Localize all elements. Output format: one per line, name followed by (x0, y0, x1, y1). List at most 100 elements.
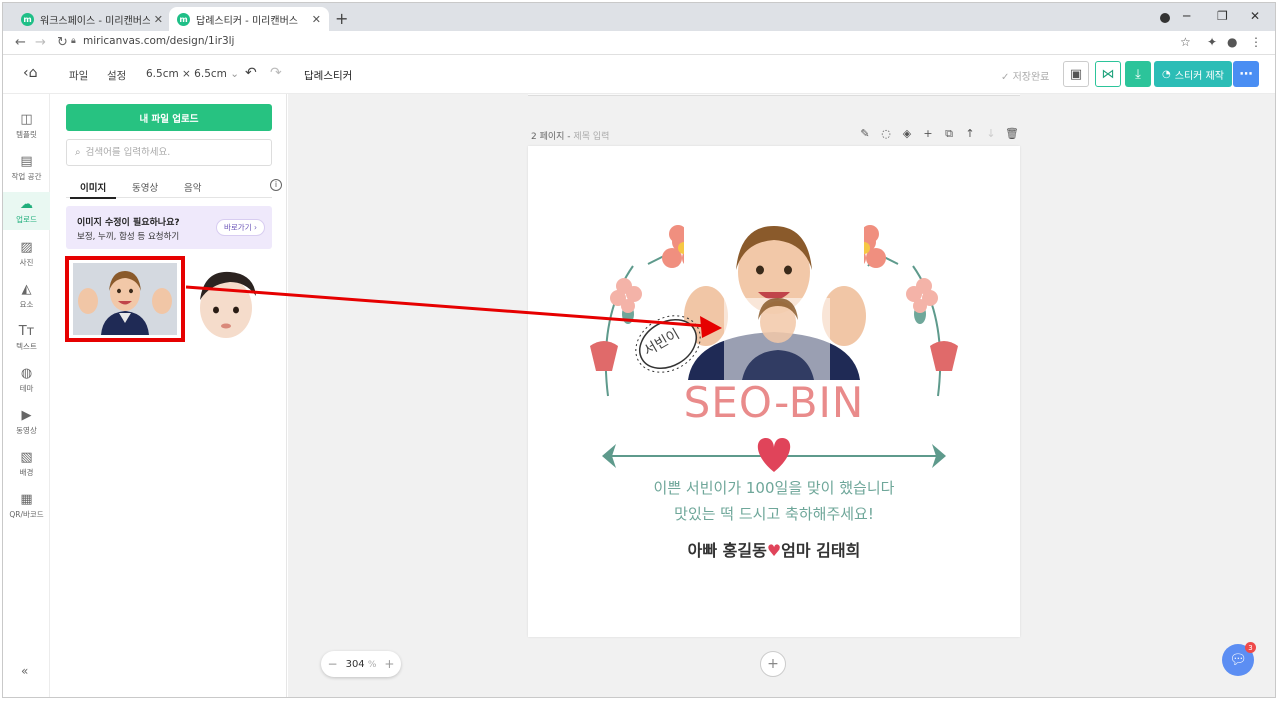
qr-icon: ▦ (20, 492, 33, 507)
rail-label: QR/바코드 (9, 510, 44, 519)
chrome-menu-icon[interactable]: ⋮ (1250, 35, 1262, 49)
tab-title: 워크스페이스 - 미리캔버스 (40, 15, 150, 27)
sticker-message-line3[interactable]: 아빠 홍길동♥엄마 김태희 (528, 537, 1020, 561)
save-status: ✓ 저장완료 (1001, 72, 1050, 83)
previous-page-edge (528, 94, 1020, 96)
left-icon-rail: ◫ 템플릿 ▤ 작업 공간 ☁ 업로드 ▨ 사진 ◭ 요소 Tт 텍스트 ◍ 테… (3, 94, 50, 697)
sticker-name-text[interactable]: SEO-BIN (528, 378, 1020, 427)
miricanvas-favicon-icon: m (21, 12, 34, 26)
sticker-message-line1[interactable]: 이쁜 서빈이가 100일을 맞이 했습니다 (528, 477, 1020, 498)
close-icon[interactable]: ✕ (154, 13, 163, 26)
rail-item-text[interactable]: Tт 텍스트 (3, 324, 50, 352)
file-menu[interactable]: 파일 (69, 68, 88, 83)
rail-item-video[interactable]: ▶ 동영상 (3, 408, 50, 436)
search-input[interactable] (85, 147, 256, 158)
zoom-number: 304 (345, 658, 365, 670)
heart-icon: ♥ (766, 541, 782, 560)
tab-title: 답례스티커 - 미리캔버스 (196, 15, 298, 27)
rail-label: 텍스트 (16, 342, 37, 351)
more-button[interactable]: ⋯ (1233, 61, 1259, 87)
download-button[interactable]: ⤓ (1125, 61, 1151, 87)
share-button[interactable]: ⋈ (1095, 61, 1121, 87)
browser-tab-workspace[interactable]: m 워크스페이스 - 미리캔버스 ✕ (13, 7, 171, 31)
extensions-icon[interactable]: ✦ (1207, 35, 1217, 49)
rail-item-elements[interactable]: ◭ 요소 (3, 282, 50, 310)
bookmark-star-icon[interactable]: ☆ (1180, 35, 1191, 49)
paint-icon[interactable]: ◈ (898, 127, 916, 140)
chat-icon: 💬︎ (1229, 652, 1247, 668)
info-icon[interactable]: i (270, 179, 282, 191)
zoom-in-icon[interactable]: + (384, 657, 394, 671)
upload-file-button[interactable]: 내 파일 업로드 (66, 104, 272, 131)
duplicate-icon[interactable]: ⧉ (940, 127, 958, 141)
undo-icon[interactable]: ↶ (245, 65, 257, 81)
home-icon[interactable]: ‹⌂ (23, 65, 38, 81)
zoom-value[interactable]: 304 % (346, 659, 377, 670)
minimize-icon[interactable]: ─ (1183, 9, 1190, 23)
promo-shortcut-button[interactable]: 바로가기 › (216, 219, 265, 236)
tab-image[interactable]: 이미지 (69, 180, 117, 199)
zoom-out-icon[interactable]: − (328, 657, 338, 671)
app-toolbar: ‹⌂ 파일 설정 6.5cm × 6.5cm ⌄ ↶ ↷ 답례스티커 ✓ 저장완… (3, 56, 1275, 94)
restore-icon[interactable]: ❐ (1217, 9, 1228, 23)
forward-icon[interactable]: → (35, 35, 46, 50)
window-close-icon[interactable]: ✕ (1250, 9, 1260, 23)
elements-icon: ◭ (21, 282, 32, 297)
browser-window: m 워크스페이스 - 미리캔버스 ✕ m 답례스티커 - 미리캔버스 ✕ + ─… (2, 2, 1276, 698)
chrome-profile-menu-icon[interactable] (1160, 13, 1170, 23)
new-tab-icon[interactable]: + (335, 9, 348, 28)
back-icon[interactable]: ← (15, 35, 26, 50)
canvas-workspace: 2 페이지 - 제목 입력 ✎ ◌ ◈ + ⧉ ↑ ↓ 🗑︎ 서빈이 SEO-B… (288, 94, 1275, 697)
rail-item-background[interactable]: ▧ 배경 (3, 450, 50, 478)
document-title[interactable]: 답례스티커 (304, 68, 352, 83)
sticker-icon: ◔ (1162, 68, 1171, 80)
trash-icon[interactable]: 🗑︎ (1003, 127, 1021, 140)
workspace-icon: ▤ (20, 154, 33, 169)
sticker-order-label: 스티커 제작 (1174, 70, 1224, 82)
redo-icon[interactable]: ↷ (270, 65, 282, 81)
rail-label: 템플릿 (16, 130, 37, 139)
more-icon: ⋯ (1239, 66, 1253, 82)
hide-icon[interactable]: ◌ (877, 127, 895, 140)
add-page-icon[interactable]: + (919, 127, 937, 140)
move-up-icon[interactable]: ↑ (961, 127, 979, 140)
sticker-dad-name: 아빠 홍길동 (687, 541, 767, 560)
uploaded-image-baby[interactable] (196, 260, 276, 340)
account-icon[interactable]: ● (1227, 35, 1237, 49)
page-title-input[interactable]: 제목 입력 (573, 132, 609, 142)
rail-item-upload[interactable]: ☁ 업로드 (3, 192, 50, 230)
rail-item-workspace[interactable]: ▤ 작업 공간 (3, 154, 50, 182)
url-field[interactable]: miricanvas.com/design/1ir3lj (83, 35, 234, 47)
tab-video[interactable]: 동영상 (132, 180, 158, 194)
rail-label: 배경 (19, 468, 34, 477)
media-tabs: 이미지 동영상 음악 i (66, 174, 282, 199)
collapse-panel-icon[interactable]: « (21, 664, 28, 678)
sticker-message-line2[interactable]: 맛있는 떡 드시고 축하해주세요! (528, 503, 1020, 524)
rail-label: 요소 (19, 300, 34, 309)
promo-subtitle: 보정, 누끼, 합성 등 요청하기 (77, 232, 180, 242)
edit-request-banner: 이미지 수정이 필요하나요? 보정, 누끼, 합성 등 요청하기 바로가기 › (66, 206, 272, 249)
search-box: ⌕ (66, 139, 272, 166)
upload-icon: ☁ (20, 197, 33, 212)
close-icon[interactable]: ✕ (312, 13, 321, 26)
rail-item-qr[interactable]: ▦ QR/바코드 (3, 492, 50, 520)
move-down-icon[interactable]: ↓ (982, 127, 1000, 140)
rail-item-theme[interactable]: ◍ 테마 (3, 366, 50, 394)
rail-label: 동영상 (16, 426, 37, 435)
uploaded-image-girl[interactable] (65, 256, 185, 342)
rail-label: 사진 (19, 258, 34, 267)
size-dropdown[interactable]: 6.5cm × 6.5cm ⌄ (146, 68, 239, 80)
add-page-button[interactable]: + (760, 651, 786, 677)
save-button[interactable]: ▣ (1063, 61, 1089, 87)
browser-tab-sticker[interactable]: m 답례스티커 - 미리캔버스 ✕ (169, 7, 329, 31)
design-page[interactable]: 서빈이 SEO-BIN 이쁜 서빈이가 100일을 맞이 했습니다 맛있는 떡 … (528, 146, 1020, 637)
rail-item-template[interactable]: ◫ 템플릿 (3, 112, 50, 140)
rail-item-photo[interactable]: ▨ 사진 (3, 240, 50, 268)
sticker-order-button[interactable]: ◔ 스티커 제작 (1154, 61, 1232, 87)
settings-menu[interactable]: 설정 (107, 68, 126, 83)
template-icon: ◫ (20, 112, 33, 127)
page-number: 2 페이지 (531, 132, 565, 142)
tab-music[interactable]: 음악 (184, 180, 201, 194)
reload-icon[interactable]: ↻ (57, 35, 68, 50)
memo-icon[interactable]: ✎ (856, 127, 874, 140)
